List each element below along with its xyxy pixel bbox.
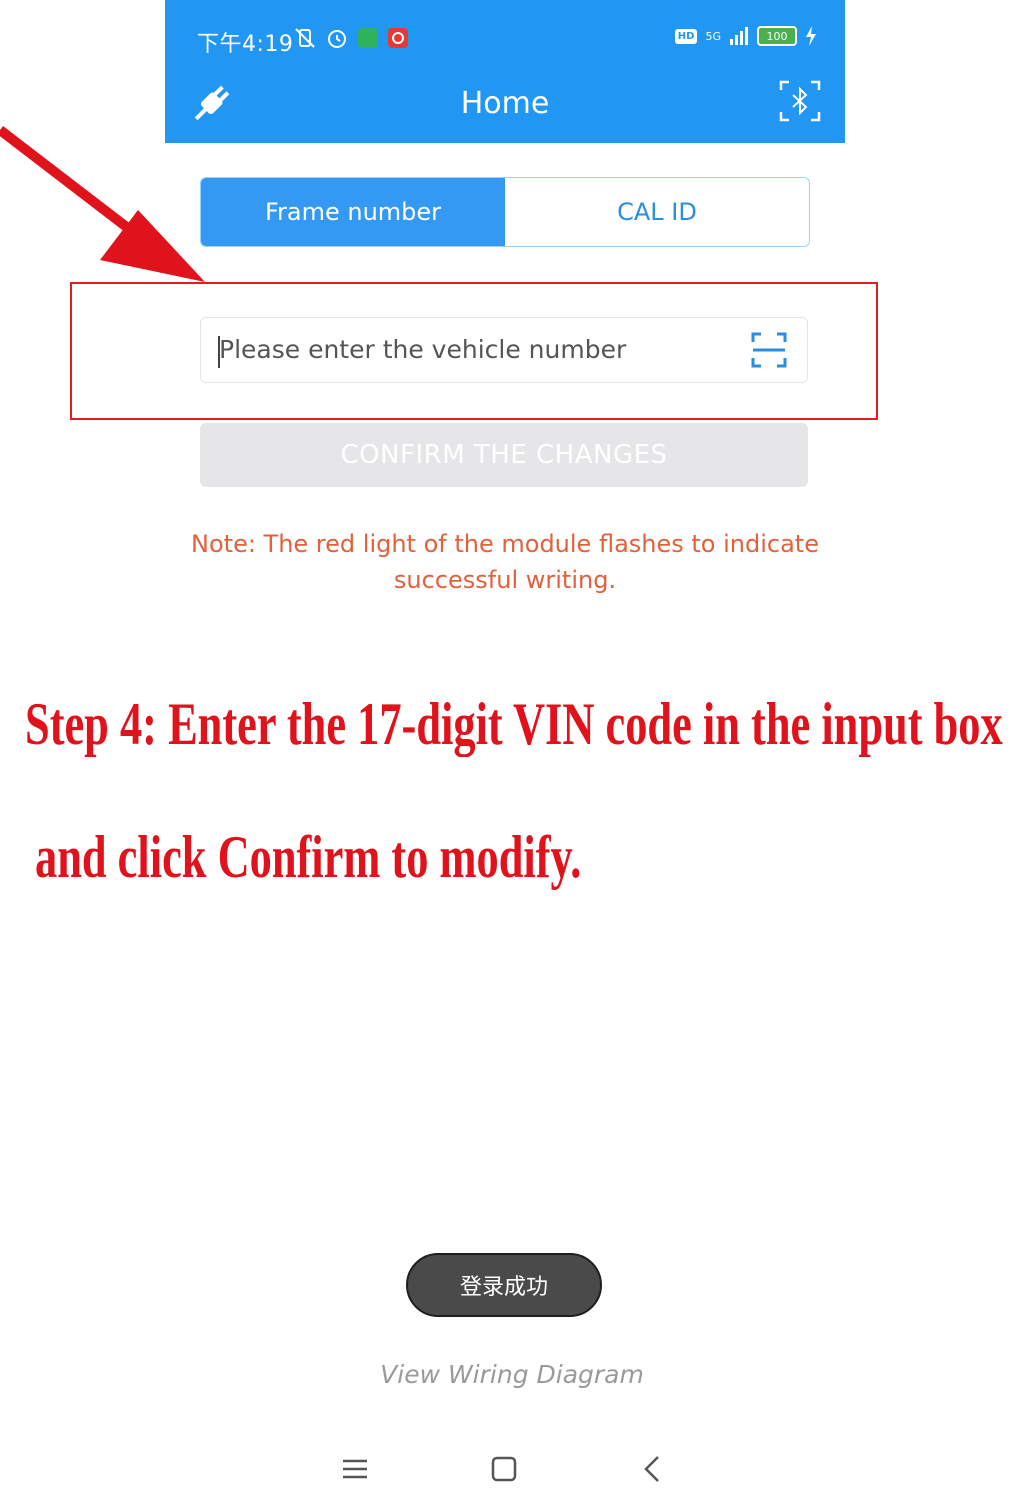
status-icons-right: HD 5G 100	[674, 26, 817, 46]
segmented-tabs: Frame number CAL ID	[200, 177, 810, 247]
status-bar: 下午4:19 HD 5G 100	[165, 0, 845, 78]
bluetooth-scan-icon[interactable]	[779, 80, 821, 122]
alarm-icon	[328, 30, 346, 48]
boss-app-icon	[358, 28, 378, 48]
back-icon[interactable]	[640, 1453, 664, 1485]
scan-icon[interactable]	[751, 332, 787, 368]
app-bar: Home	[165, 78, 845, 143]
vibrate-off-icon	[295, 28, 315, 48]
home-icon[interactable]	[490, 1455, 518, 1483]
battery-icon: 100	[757, 26, 797, 46]
status-icons-left	[293, 26, 409, 50]
network-label: 5G	[705, 29, 721, 43]
annotation-step-line-2: and click Confirm to modify.	[35, 824, 582, 890]
tab-cal-id[interactable]: CAL ID	[505, 178, 809, 246]
view-wiring-diagram-link[interactable]: View Wiring Diagram	[0, 1360, 1024, 1389]
vehicle-number-input[interactable]: Please enter the vehicle number	[200, 317, 808, 383]
page-title: Home	[460, 86, 550, 121]
app-notification-icon	[388, 28, 408, 48]
charging-icon	[806, 26, 816, 46]
confirm-button[interactable]: CONFIRM THE CHANGES	[200, 423, 808, 487]
input-placeholder: Please enter the vehicle number	[219, 335, 627, 364]
note-text: Note: The red light of the module flashe…	[191, 530, 819, 594]
hd-icon: HD	[674, 28, 698, 44]
signal-icon	[730, 27, 748, 45]
annotation-step-line-1: Step 4: Enter the 17-digit VIN code in t…	[25, 691, 1003, 757]
toast-message: 登录成功	[406, 1253, 602, 1317]
status-time: 下午4:19	[197, 32, 294, 57]
tab-frame-number[interactable]: Frame number	[201, 178, 505, 246]
menu-icon[interactable]	[340, 1455, 370, 1483]
